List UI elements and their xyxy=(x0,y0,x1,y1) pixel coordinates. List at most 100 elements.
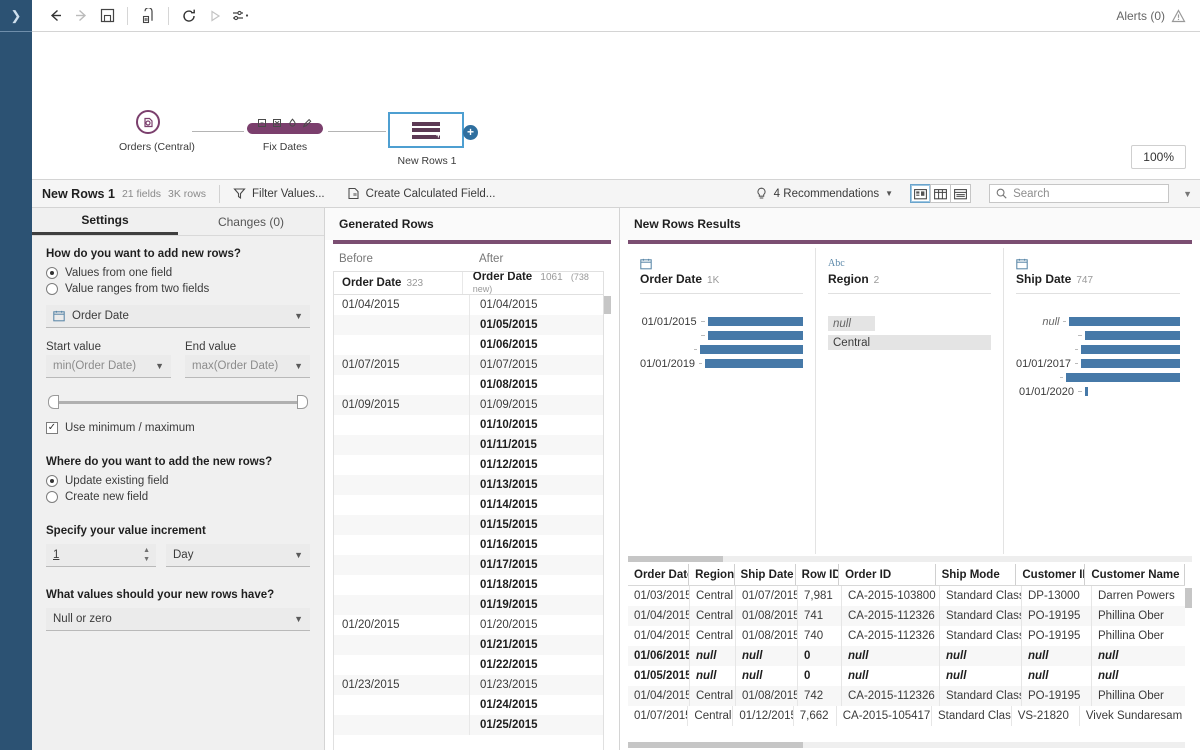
checkbox-icon-use-minmax[interactable]: ✓ xyxy=(46,422,58,434)
data-grid-row[interactable]: 01/04/2015Central01/08/2015741CA-2015-11… xyxy=(628,606,1185,626)
generated-rows-scroll-thumb[interactable] xyxy=(604,296,611,314)
histogram-bar-row[interactable] xyxy=(1016,372,1180,383)
histogram-bar[interactable] xyxy=(1066,373,1180,382)
histogram-bar-row[interactable] xyxy=(1016,344,1180,355)
data-grid-hscrollbar[interactable] xyxy=(628,739,1192,750)
chevron-down-icon[interactable]: ▼ xyxy=(885,189,893,198)
data-grid-column-header[interactable]: Customer Name xyxy=(1085,564,1185,585)
data-grid-row[interactable]: 01/05/2015nullnull0nullnullnullnull xyxy=(628,666,1185,686)
histogram-bar[interactable] xyxy=(1085,387,1088,396)
add-step-button[interactable]: + xyxy=(463,125,478,140)
radio-icon-value-ranges[interactable] xyxy=(46,283,58,295)
data-grid-scroll-thumb[interactable] xyxy=(1185,588,1192,608)
field-select[interactable]: Order Date ▼ xyxy=(46,305,310,328)
flow-canvas[interactable]: Orders (Central) Fix Dates xyxy=(32,32,1200,180)
filter-values-button[interactable]: Filter Values... xyxy=(233,187,325,200)
results-horizontal-scrollbar[interactable] xyxy=(620,554,1200,564)
recommendations-button[interactable]: 4 Recommendations ▼ xyxy=(755,187,893,201)
forward-arrow-icon[interactable] xyxy=(68,4,94,28)
search-input[interactable] xyxy=(1013,188,1162,200)
chevron-down-icon[interactable]: ▼ xyxy=(155,361,164,371)
histogram-bar-row[interactable]: 01/01/2019 xyxy=(640,358,803,369)
zoom-level-indicator[interactable]: 100% xyxy=(1131,145,1186,169)
radio-value-ranges-two-fields[interactable]: Value ranges from two fields xyxy=(46,283,310,295)
histogram-bar[interactable] xyxy=(1085,331,1180,340)
chevron-down-icon[interactable]: ▼ xyxy=(294,614,303,624)
flow-node-newrows[interactable]: + + New Rows 1 xyxy=(388,112,466,167)
data-grid-column-header[interactable]: Customer ID xyxy=(1016,564,1085,585)
radio-icon-values-one-field[interactable] xyxy=(46,267,58,279)
histogram-bar-row[interactable] xyxy=(1016,330,1180,341)
category-row[interactable]: null xyxy=(828,316,991,331)
range-slider[interactable] xyxy=(46,395,310,409)
stepper-arrows-icon[interactable]: ▲ ▼ xyxy=(143,547,150,563)
data-grid-column-header[interactable]: Order ID xyxy=(839,564,935,585)
field-card[interactable]: Ship Date747null01/01/201701/01/2020 xyxy=(1004,248,1192,554)
data-grid-row[interactable]: 01/04/2015Central01/08/2015740CA-2015-11… xyxy=(628,626,1185,646)
chevron-down-icon[interactable]: ▼ xyxy=(294,550,303,560)
collapse-profile-chevron-icon[interactable]: ▼ xyxy=(1183,189,1192,199)
generated-rows-scrollbar[interactable] xyxy=(604,271,611,750)
radio-icon-create-new[interactable] xyxy=(46,491,58,503)
radio-update-existing-field[interactable]: Update existing field xyxy=(46,475,310,487)
increment-input[interactable]: 1 ▲ ▼ xyxy=(46,544,156,567)
radio-icon-update-existing[interactable] xyxy=(46,475,58,487)
grid-view-button[interactable] xyxy=(930,184,951,203)
flow-node-clean[interactable]: Fix Dates xyxy=(247,110,323,153)
newrows-step-box[interactable]: + + xyxy=(388,112,464,148)
search-box[interactable] xyxy=(989,184,1169,203)
category-value[interactable]: null xyxy=(828,316,875,331)
histogram-bar-row[interactable]: 01/01/2020 xyxy=(1016,386,1180,397)
flow-node-input[interactable]: Orders (Central) xyxy=(119,110,177,153)
tab-changes[interactable]: Changes (0) xyxy=(178,208,324,235)
data-grid-row[interactable]: 01/04/2015Central01/08/2015742CA-2015-11… xyxy=(628,686,1185,706)
increment-unit-select[interactable]: Day ▼ xyxy=(166,544,310,567)
chevron-down-icon[interactable]: ▼ xyxy=(294,311,303,321)
stepper-up-icon[interactable]: ▲ xyxy=(143,547,150,554)
save-icon[interactable] xyxy=(94,4,120,28)
list-view-button[interactable] xyxy=(950,184,971,203)
data-grid-column-header[interactable]: Region xyxy=(689,564,734,585)
range-slider-handle-left[interactable] xyxy=(48,395,59,409)
histogram-bar[interactable] xyxy=(708,331,803,340)
histogram-bar[interactable] xyxy=(1069,317,1180,326)
use-minmax-checkbox-row[interactable]: ✓ Use minimum / maximum xyxy=(46,422,310,434)
create-calculated-field-button[interactable]: Create Calculated Field... xyxy=(347,187,496,200)
histogram-bar-row[interactable]: 01/01/2017 xyxy=(1016,358,1180,369)
histogram-bar-row[interactable]: 01/01/2015 xyxy=(640,316,803,327)
category-row[interactable]: Central xyxy=(828,335,991,350)
data-grid-row[interactable]: 01/03/2015Central01/07/20157,981CA-2015-… xyxy=(628,586,1185,606)
data-grid-scrollbar[interactable] xyxy=(1185,564,1192,739)
histogram-bar[interactable] xyxy=(705,359,803,368)
refresh-icon[interactable] xyxy=(176,4,202,28)
end-value-select[interactable]: max(Order Date) ▼ xyxy=(185,355,310,378)
radio-values-from-one-field[interactable]: Values from one field xyxy=(46,267,310,279)
radio-create-new-field[interactable]: Create new field xyxy=(46,491,310,503)
data-grid-column-header[interactable]: Ship Mode xyxy=(936,564,1017,585)
chevron-down-icon[interactable]: ▼ xyxy=(294,361,303,371)
field-card[interactable]: AbcRegion2nullCentral xyxy=(816,248,1004,554)
expand-panel-button[interactable]: ❯ xyxy=(0,0,32,32)
tab-settings[interactable]: Settings xyxy=(32,208,178,235)
histogram-bar-row[interactable] xyxy=(640,344,803,355)
run-flow-icon[interactable] xyxy=(202,4,228,28)
pause-run-icon[interactable] xyxy=(135,4,161,28)
histogram-bar[interactable] xyxy=(700,345,803,354)
profile-view-button[interactable] xyxy=(910,184,931,203)
flow-options-icon[interactable] xyxy=(228,4,254,28)
start-value-select[interactable]: min(Order Date) ▼ xyxy=(46,355,171,378)
data-grid-column-header[interactable]: Row ID xyxy=(796,564,839,585)
data-grid-column-header[interactable]: Ship Date xyxy=(735,564,796,585)
histogram-bar-row[interactable]: null xyxy=(1016,316,1180,327)
data-grid-column-header[interactable]: Order Date xyxy=(628,564,689,585)
histogram-bar[interactable] xyxy=(708,317,803,326)
back-arrow-icon[interactable] xyxy=(42,4,68,28)
range-slider-handle-right[interactable] xyxy=(297,395,308,409)
histogram-bar[interactable] xyxy=(1081,345,1180,354)
histogram-bar[interactable] xyxy=(1081,359,1180,368)
stepper-down-icon[interactable]: ▼ xyxy=(143,556,150,563)
new-row-values-select[interactable]: Null or zero ▼ xyxy=(46,608,310,631)
data-grid-row[interactable]: 01/06/2015nullnull0nullnullnullnull xyxy=(628,646,1185,666)
field-card[interactable]: Order Date1K01/01/201501/01/2019 xyxy=(628,248,816,554)
data-grid-hscroll-thumb[interactable] xyxy=(628,742,803,748)
